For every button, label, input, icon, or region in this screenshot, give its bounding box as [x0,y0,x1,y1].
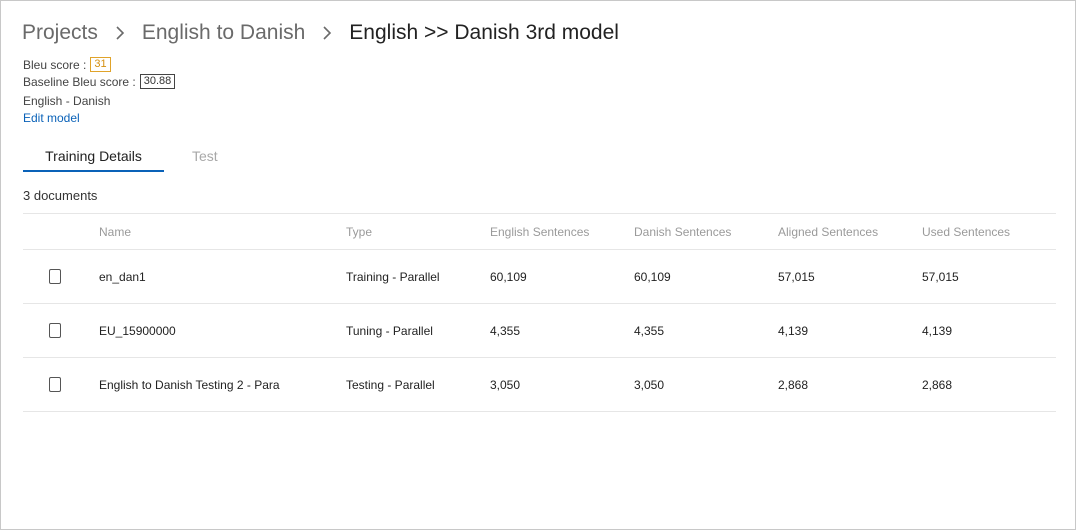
app-window: Projects English to Danish English >> Da… [0,0,1076,530]
table-bottom-border [23,411,1056,412]
document-type: Testing - Parallel [346,377,435,392]
documents-table: Name Type English Sentences Danish Sente… [23,213,1056,412]
table-row[interactable]: EU_15900000 Tuning - Parallel 4,355 4,35… [23,303,1056,357]
row-checkbox[interactable] [49,269,61,284]
table-row[interactable]: English to Danish Testing 2 - Para Testi… [23,357,1056,411]
used-sentences: 57,015 [922,269,959,284]
breadcrumb-projects[interactable]: Projects [22,21,98,45]
document-name: EU_15900000 [99,323,176,338]
danish-sentences: 60,109 [634,269,671,284]
baseline-score-label: Baseline Bleu score : [23,74,136,89]
edit-model-link[interactable]: Edit model [23,111,80,125]
row-checkbox[interactable] [49,377,61,392]
document-name: English to Danish Testing 2 - Para [99,377,280,392]
english-sentences: 3,050 [490,377,521,392]
tab-test[interactable]: Test [192,147,218,170]
row-checkbox-cell [49,250,61,303]
document-name: en_dan1 [99,269,146,284]
breadcrumb-project[interactable]: English to Danish [142,21,305,45]
column-header-danish-sentences[interactable]: Danish Sentences [634,214,731,249]
column-header-name[interactable]: Name [99,214,131,249]
column-header-english-sentences[interactable]: English Sentences [490,214,589,249]
used-sentences: 2,868 [922,377,953,392]
document-count: 3 documents [23,188,98,203]
table-header: Name Type English Sentences Danish Sente… [23,213,1056,249]
baseline-score-row: Baseline Bleu score : 30.88 [23,73,176,90]
bleu-score-label: Bleu score : [23,57,87,72]
column-header-used-sentences[interactable]: Used Sentences [922,214,1010,249]
baseline-score-badge: 30.88 [139,74,176,89]
aligned-sentences: 2,868 [778,377,809,392]
bleu-score-badge: 31 [90,57,111,72]
bleu-score-row: Bleu score : 31 [23,56,111,73]
used-sentences: 4,139 [922,323,953,338]
row-checkbox-cell [49,358,61,411]
column-header-type[interactable]: Type [346,214,372,249]
language-pair: English - Danish [23,94,111,108]
document-type: Tuning - Parallel [346,323,433,338]
document-type: Training - Parallel [346,269,440,284]
danish-sentences: 3,050 [634,377,665,392]
danish-sentences: 4,355 [634,323,665,338]
chevron-right-icon [109,22,131,44]
tab-bar: Training Details Test [23,147,218,173]
english-sentences: 60,109 [490,269,527,284]
english-sentences: 4,355 [490,323,521,338]
tab-training-details[interactable]: Training Details [23,147,164,172]
table-row[interactable]: en_dan1 Training - Parallel 60,109 60,10… [23,249,1056,303]
aligned-sentences: 57,015 [778,269,815,284]
aligned-sentences: 4,139 [778,323,809,338]
page-title: English >> Danish 3rd model [349,21,619,44]
chevron-right-icon [316,22,338,44]
row-checkbox[interactable] [49,323,61,338]
column-header-aligned-sentences[interactable]: Aligned Sentences [778,214,878,249]
breadcrumb: Projects English to Danish English >> Da… [22,18,619,48]
row-checkbox-cell [49,304,61,357]
